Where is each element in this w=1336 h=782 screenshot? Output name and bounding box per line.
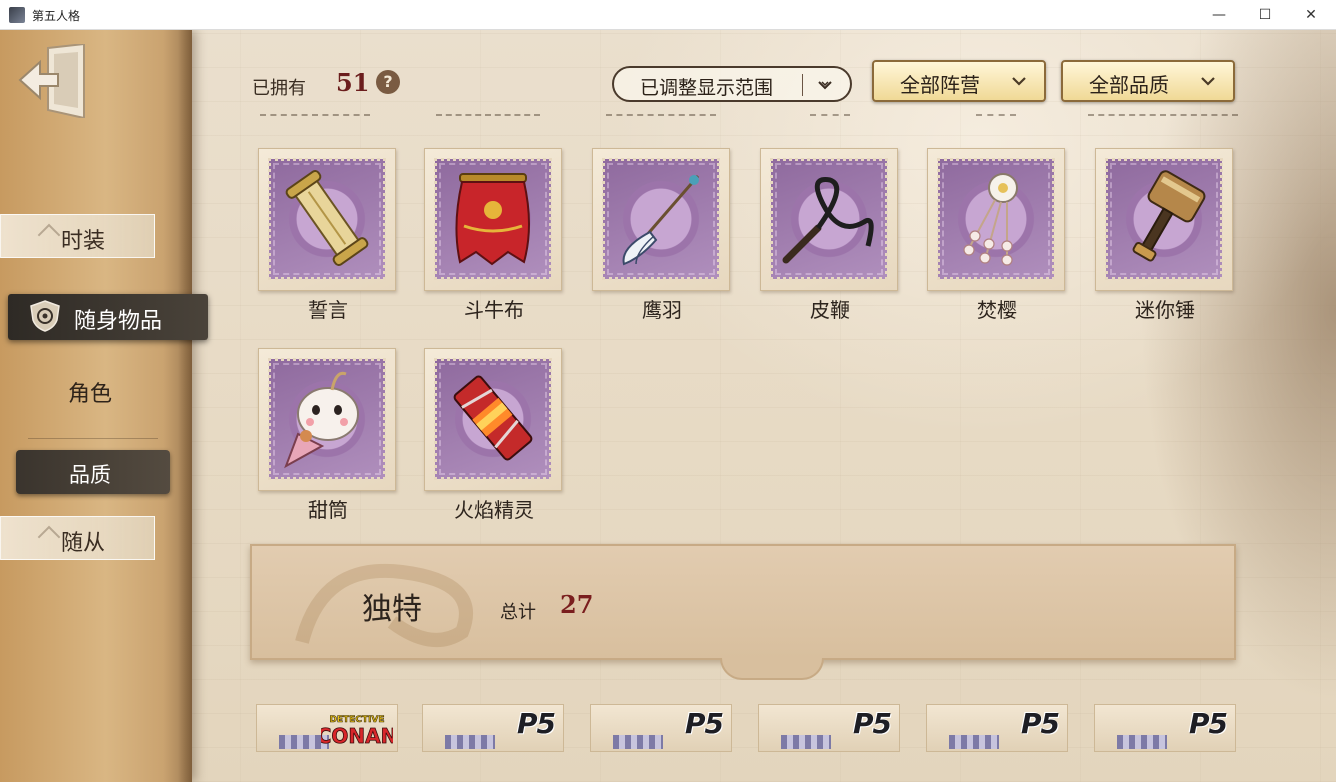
- help-icon[interactable]: ?: [376, 70, 400, 94]
- minimize-button[interactable]: —: [1196, 0, 1242, 30]
- item-card[interactable]: 誓言: [258, 148, 398, 328]
- p5-logo: P5: [852, 707, 892, 740]
- stamp-stripe: [781, 735, 831, 749]
- window-title: 第五人格: [32, 9, 81, 23]
- item-card[interactable]: 迷你锤: [1095, 148, 1235, 328]
- chevron-down-icon: [1012, 77, 1026, 86]
- item-card[interactable]: 甜筒: [258, 348, 398, 528]
- owned-count: 51: [336, 68, 370, 97]
- stamp-stripe: [613, 735, 663, 749]
- item-card[interactable]: 斗牛布: [424, 148, 564, 328]
- flame-spirit-icon: [453, 375, 533, 461]
- scrolled-item-labels: [250, 110, 1240, 122]
- item-name: 焚樱: [977, 298, 1017, 322]
- feather-icon: [622, 175, 700, 266]
- filter-role-button[interactable]: 角色: [68, 376, 112, 408]
- item-name: 斗牛布: [464, 298, 524, 322]
- exit-door-icon[interactable]: [18, 44, 88, 118]
- item-card[interactable]: 火焰精灵: [424, 348, 564, 528]
- close-button[interactable]: ✕: [1288, 0, 1334, 30]
- tab-accessory-label: 随身物品: [74, 309, 163, 334]
- svg-text:CONAN: CONAN: [321, 724, 393, 747]
- plaque-mark: [37, 525, 61, 549]
- app-icon: [9, 7, 25, 23]
- item-card[interactable]: P5: [758, 704, 900, 752]
- item-name: 誓言: [308, 298, 348, 322]
- p5-logo: P5: [1188, 707, 1228, 740]
- item-card[interactable]: P5: [1094, 704, 1236, 752]
- stamp-stripe: [445, 735, 495, 749]
- owned-label: 已拥有: [252, 78, 306, 99]
- section-total-label: 总计: [500, 602, 536, 623]
- camp-dropdown[interactable]: 全部阵营: [872, 60, 1046, 102]
- tab-follower[interactable]: 随从: [0, 516, 155, 560]
- game-viewport: 时装 随身物品 角色 品质 随从 已拥有 51 ? 已调整显示范围 全部阵营 全: [0, 30, 1336, 782]
- item-name: 火焰精灵: [454, 498, 534, 522]
- item-name: 甜筒: [308, 498, 348, 522]
- scroll-icon: [285, 169, 369, 267]
- quality-dropdown[interactable]: 全部品质: [1061, 60, 1235, 102]
- item-card[interactable]: 焚樱: [927, 148, 1067, 328]
- chevron-down-icon: [1201, 77, 1215, 86]
- stamp-stripe: [949, 735, 999, 749]
- mini-hammer-icon: [1132, 170, 1206, 262]
- p5-logo: P5: [516, 707, 556, 740]
- item-card[interactable]: 皮鞭: [760, 148, 900, 328]
- tab-follower-label: 随从: [61, 531, 106, 556]
- paper-background: [0, 30, 1336, 782]
- item-name: 鹰羽: [642, 298, 682, 322]
- tab-skin-label: 时装: [61, 229, 106, 254]
- accessory-shield-icon: [30, 300, 60, 332]
- item-name: 皮鞭: [810, 298, 850, 322]
- section-banner: 独特 总计 27: [250, 544, 1236, 660]
- item-name: 迷你锤: [1135, 298, 1195, 322]
- filter-quality-button[interactable]: 品质: [16, 450, 170, 494]
- display-range-label: 已调整显示范围: [640, 77, 774, 99]
- window-titlebar: 第五人格 — ☐ ✕: [0, 0, 1336, 30]
- blossom-icon: [963, 173, 1018, 266]
- item-card[interactable]: 鹰羽: [592, 148, 732, 328]
- section-title: 独特: [362, 592, 422, 627]
- chevron-down-icon: [818, 81, 832, 90]
- red-cape-icon: [455, 173, 530, 266]
- item-card[interactable]: P5: [926, 704, 1068, 752]
- filter-quality-label: 品质: [69, 463, 111, 487]
- detective-conan-logo: DETECTIVE CONAN: [321, 715, 393, 747]
- item-card[interactable]: DETECTIVE CONAN: [256, 704, 398, 752]
- filter-divider: [28, 438, 158, 439]
- plaque-mark: [37, 223, 61, 247]
- p5-logo: P5: [1020, 707, 1060, 740]
- banner-notch: [720, 658, 824, 680]
- dropdown-separator: [802, 74, 803, 96]
- item-card[interactable]: P5: [590, 704, 732, 752]
- p5-logo: P5: [684, 707, 724, 740]
- display-range-dropdown[interactable]: 已调整显示范围: [612, 66, 852, 102]
- tab-accessory[interactable]: 随身物品: [8, 294, 208, 340]
- stamp-stripe: [1117, 735, 1167, 749]
- whip-icon: [782, 177, 874, 264]
- camp-dropdown-label: 全部阵营: [900, 73, 980, 97]
- tab-skin[interactable]: 时装: [0, 214, 155, 258]
- quality-dropdown-label: 全部品质: [1089, 73, 1169, 97]
- item-card[interactable]: P5: [422, 704, 564, 752]
- ice-cream-icon: [284, 371, 359, 469]
- maximize-button[interactable]: ☐: [1242, 0, 1288, 30]
- section-total-count: 27: [560, 590, 594, 619]
